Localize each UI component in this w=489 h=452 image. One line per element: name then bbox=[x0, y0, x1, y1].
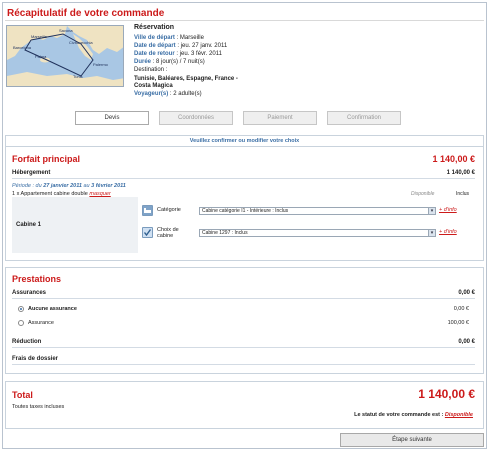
cabin-label: Cabine 1 bbox=[16, 222, 42, 228]
reduction-label: Réduction bbox=[12, 339, 42, 345]
confirm-banner: Veuillez confirmer ou modifier votre cho… bbox=[5, 135, 484, 147]
chevron-down-icon: ▾ bbox=[428, 208, 435, 214]
map-image: Marseille Barcelona Savona Civitavecchia… bbox=[7, 26, 123, 86]
cabin-choice-label: Choix de cabine bbox=[157, 227, 179, 239]
included-label: Inclus bbox=[456, 191, 470, 197]
bed-icon bbox=[142, 205, 153, 216]
destination-value: Tunisie, Baléares, Espagne, France - Cos… bbox=[134, 76, 238, 89]
period-line: Période : du 27 janvier 2011 au 3 févrie… bbox=[12, 183, 126, 189]
order-status: Le statut de votre commande est : Dispon… bbox=[354, 412, 473, 418]
total-title: Total bbox=[12, 390, 33, 400]
radio-no-insurance[interactable] bbox=[18, 306, 24, 312]
hebergement-row: Hébergement 1 140,00 € bbox=[12, 170, 475, 179]
reduction-amount: 0,00 € bbox=[458, 339, 475, 345]
status-available: Disponible bbox=[411, 191, 435, 197]
step-paiement: Paiement bbox=[243, 111, 317, 125]
travelers: Voyageur(s) : 2 adulte(s) bbox=[134, 91, 202, 97]
option-no-insurance: Aucune assurance bbox=[28, 306, 77, 312]
hebergement-amount: 1 140,00 € bbox=[446, 170, 475, 176]
category-select[interactable]: Cabine catégorie I1 - Intérieure : Inclu… bbox=[199, 207, 436, 215]
total-amount: 1 140,00 € bbox=[418, 387, 475, 401]
cabin-choice-select[interactable]: Cabine 1297 : Inclus ▾ bbox=[199, 229, 436, 237]
radio-insurance[interactable] bbox=[18, 320, 24, 326]
hebergement-label: Hébergement bbox=[12, 170, 51, 176]
total-panel: Total 1 140,00 € Toutes taxes incluses L… bbox=[5, 381, 484, 429]
divider bbox=[5, 20, 484, 21]
option-insurance: Assurance bbox=[28, 320, 54, 326]
map-city-label: Palma bbox=[35, 54, 47, 59]
map-city-label: Marseille bbox=[31, 34, 48, 39]
forfait-title: Forfait principal bbox=[12, 154, 81, 164]
reservation-heading: Réservation bbox=[134, 24, 175, 31]
departure-date: Date de départ : jeu. 27 janv. 2011 bbox=[134, 43, 228, 49]
order-status-value: Disponible bbox=[444, 412, 473, 418]
assurances-label: Assurances bbox=[12, 290, 47, 296]
more-info-link[interactable]: + d'info bbox=[439, 229, 457, 235]
prestations-panel: Prestations Assurances 0,00 € Aucune ass… bbox=[5, 267, 484, 374]
return-date: Date de retour : jeu. 3 févr. 2011 bbox=[134, 51, 222, 57]
reduction-row: Réduction 0,00 € bbox=[12, 339, 475, 348]
map-city-label: Civitavecchia bbox=[69, 40, 93, 45]
map-city-label: Savona bbox=[59, 28, 73, 33]
option-insurance-amount: 100,00 € bbox=[447, 320, 469, 326]
destination-label: Destination : bbox=[134, 67, 168, 73]
step-devis[interactable]: Devis bbox=[75, 111, 149, 125]
map-city-label: Tunis bbox=[73, 74, 83, 79]
cabin-box: Cabine 1 bbox=[12, 197, 138, 253]
chevron-down-icon: ▾ bbox=[428, 230, 435, 236]
map-city-label: Barcelona bbox=[13, 45, 32, 50]
map-city-label: Palermo bbox=[93, 62, 109, 67]
page-title: Récapitulatif de votre commande bbox=[7, 8, 165, 19]
departure-city: Ville de départ : Marseille bbox=[134, 35, 204, 41]
category-label: Catégorie bbox=[157, 207, 181, 213]
taxes-note: Toutes taxes incluses bbox=[12, 404, 65, 410]
assurances-row: Assurances 0,00 € bbox=[12, 290, 475, 299]
step-confirmation: Confirmation bbox=[327, 111, 401, 125]
duration: Durée : 8 jour(s) / 7 nuit(s) bbox=[134, 59, 205, 65]
forfait-amount: 1 140,00 € bbox=[432, 154, 475, 164]
prestations-title: Prestations bbox=[12, 274, 62, 284]
assurances-amount: 0,00 € bbox=[458, 290, 475, 296]
option-no-insurance-amount: 0,00 € bbox=[453, 306, 469, 312]
reservation-details: Réservation Ville de départ : Marseille … bbox=[134, 24, 254, 98]
step-coordonnees: Coordonnées bbox=[159, 111, 233, 125]
forfait-panel: Forfait principal 1 140,00 € Hébergement… bbox=[5, 147, 484, 261]
frais-row: Frais de dossier bbox=[12, 356, 475, 365]
cruise-map: Marseille Barcelona Savona Civitavecchia… bbox=[6, 25, 124, 87]
more-info-link[interactable]: + d'info bbox=[439, 207, 457, 213]
frais-label: Frais de dossier bbox=[12, 356, 59, 362]
check-icon bbox=[142, 227, 153, 238]
next-step-button[interactable]: Étape suivante bbox=[340, 433, 484, 447]
checkout-steps: Devis Coordonnées Paiement Confirmation bbox=[75, 111, 405, 126]
